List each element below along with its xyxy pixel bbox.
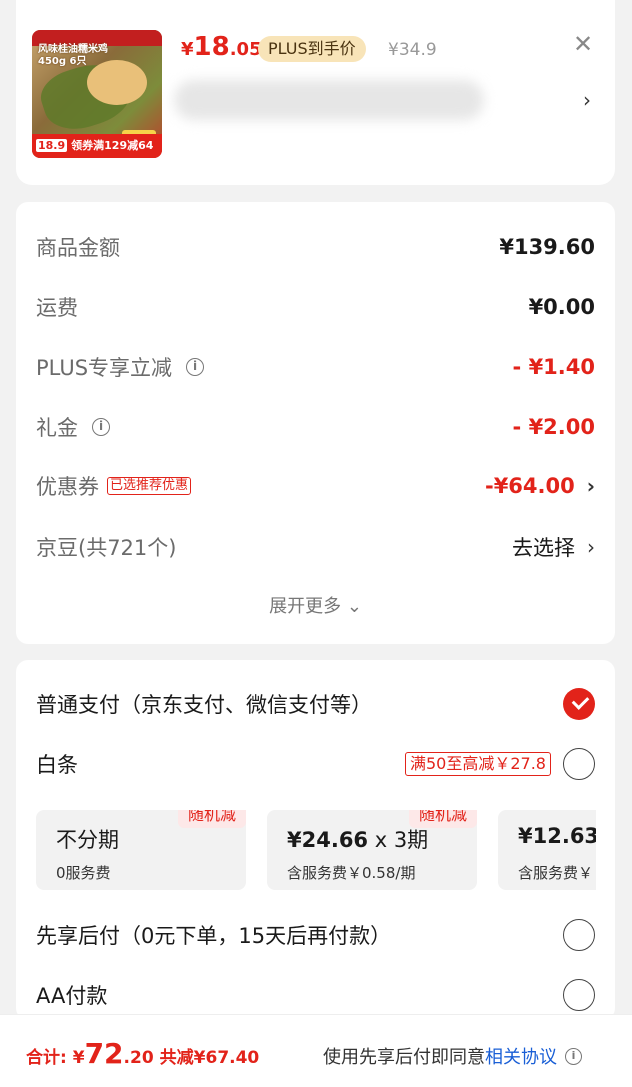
agreement-link[interactable]: 相关协议 [485, 1043, 557, 1069]
chevron-right-icon: › [586, 474, 595, 498]
summary-label: 商品金额 [36, 236, 120, 260]
summary-label: 优惠券 [36, 475, 99, 499]
expand-more-label: 展开更多 [269, 596, 342, 617]
summary-label-wrap: 礼金 i [36, 412, 110, 442]
thumb-title: 风味桂油糯米鸡 450g 6只 [38, 44, 108, 67]
plan-fee: 含服务费￥ [518, 864, 594, 882]
chevron-down-icon: ⌄ [346, 596, 362, 617]
installment-plan[interactable]: 不分期 0服务费 随机减 [36, 810, 246, 890]
total-amount: 合计: ¥72.20 共减¥67.40 [26, 1037, 260, 1070]
product-price: ¥18.05 [181, 32, 262, 62]
product-thumbnail[interactable]: 风味桂油糯米鸡 450g 6只 18.9 领券满129减64 [32, 30, 162, 158]
pay-option-normal[interactable]: 普通支付（京东支付、微信支付等） [36, 684, 595, 724]
pay-option-label: 白条 [36, 753, 78, 777]
expand-more-button[interactable]: 展开更多 ⌄ [16, 592, 615, 618]
summary-value: 去选择 [512, 536, 575, 560]
radio-unchecked[interactable] [563, 979, 595, 1011]
chevron-right-icon[interactable]: › [583, 88, 591, 112]
total-saved: 共减¥67.40 [159, 1048, 260, 1068]
summary-row-coupon[interactable]: 优惠券 已选推荐优惠 -¥64.00 › [36, 466, 595, 506]
payment-card: 普通支付（京东支付、微信支付等） 白条 满50至高减￥27.8 不分期 0服务费… [16, 660, 615, 1020]
summary-value: -¥64.00 [484, 474, 575, 498]
plus-price-badge: PLUS到手价 [258, 36, 366, 62]
thumb-price-strip: 18.9 领券满129减64 [32, 134, 162, 158]
summary-row-jingdou[interactable]: 京豆(共721个) 去选择 › [36, 527, 595, 567]
summary-label: PLUS专享立减 [36, 356, 173, 380]
pay-option-label: AA付款 [36, 984, 108, 1008]
close-icon[interactable]: ✕ [571, 32, 595, 56]
summary-label: 运费 [36, 296, 78, 320]
plan-fee: 0服务费 [56, 864, 111, 882]
summary-label: 京豆(共721个) [36, 536, 177, 560]
info-icon[interactable]: i [186, 358, 205, 376]
plan-title: ¥12.63 x [518, 824, 596, 848]
baitiao-promo-tag: 满50至高减￥27.8 [405, 752, 551, 776]
summary-label: 礼金 [36, 416, 78, 440]
plan-title: ¥24.66 x 3期 [287, 828, 429, 852]
summary-value-wrap: 去选择 › [512, 532, 595, 562]
pay-option-label: 先享后付（0元下单，15天后再付款） [36, 924, 392, 948]
summary-label-wrap: PLUS专享立减 i [36, 352, 205, 382]
summary-row-shipping: 运费 ¥0.00 [36, 287, 595, 327]
radio-checked[interactable] [563, 688, 595, 720]
checkout-footer: 合计: ¥72.20 共减¥67.40 使用先享后付即同意 相关协议 i [0, 1014, 632, 1087]
summary-value: - ¥2.00 [512, 415, 595, 439]
pay-option-pay-later[interactable]: 先享后付（0元下单，15天后再付款） [36, 915, 595, 955]
info-icon[interactable]: i [565, 1047, 582, 1065]
agreement-text: 使用先享后付即同意 相关协议 i [323, 1043, 582, 1069]
info-icon[interactable]: i [92, 418, 110, 436]
original-price: ¥34.9 [388, 40, 437, 60]
pay-option-label: 普通支付（京东支付、微信支付等） [36, 693, 372, 717]
installment-plan[interactable]: ¥24.66 x 3期 含服务费￥0.58/期 随机减 [267, 810, 477, 890]
price-summary-card: 商品金额 ¥139.60 运费 ¥0.00 PLUS专享立减 i - ¥1.40… [16, 202, 615, 644]
summary-label-wrap: 优惠券 已选推荐优惠 [36, 471, 192, 501]
pay-option-baitiao[interactable]: 白条 满50至高减￥27.8 [36, 744, 595, 784]
chevron-right-icon: › [587, 535, 595, 559]
radio-unchecked[interactable] [563, 919, 595, 951]
summary-row-plus: PLUS专享立减 i - ¥1.40 [36, 347, 595, 387]
summary-value: - ¥1.40 [512, 355, 595, 379]
random-discount-tag: 随机减 [177, 810, 246, 828]
summary-row-goods: 商品金额 ¥139.60 [36, 227, 595, 267]
plan-title: 不分期 [56, 828, 119, 852]
random-discount-tag: 随机减 [408, 810, 477, 828]
radio-unchecked[interactable] [563, 748, 595, 780]
summary-value: ¥0.00 [528, 295, 595, 319]
pay-option-aa[interactable]: AA付款 [36, 975, 595, 1015]
product-title-blurred [174, 80, 484, 120]
plan-fee: 含服务费￥0.58/期 [287, 864, 416, 882]
summary-row-gift: 礼金 i - ¥2.00 [36, 407, 595, 447]
installment-plan[interactable]: ¥12.63 x 含服务费￥ [498, 810, 596, 890]
installment-plans: 不分期 0服务费 随机减 ¥24.66 x 3期 含服务费￥0.58/期 随机减… [36, 810, 596, 890]
coupon-selected-tag: 已选推荐优惠 [107, 477, 192, 495]
summary-value: ¥139.60 [499, 235, 595, 259]
product-header: 风味桂油糯米鸡 450g 6只 18.9 领券满129减64 ¥18.05 PLU… [0, 0, 632, 190]
summary-value-wrap: -¥64.00 › [485, 474, 595, 498]
